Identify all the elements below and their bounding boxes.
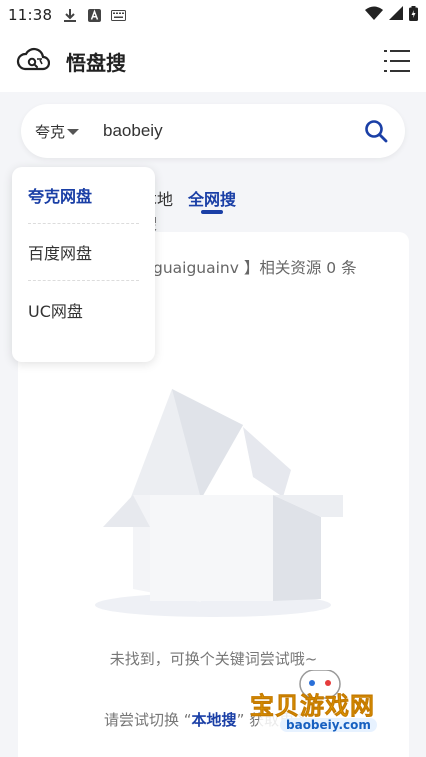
watermark-url: baobeiy.com: [280, 718, 377, 732]
search-box: 夸克: [21, 104, 405, 158]
dropdown-item-baidu[interactable]: 百度网盘: [28, 224, 139, 281]
dropdown-item-uc[interactable]: UC网盘: [28, 281, 139, 338]
search-button[interactable]: [363, 118, 389, 144]
empty-text: 未找到，可换个关键词尝试哦~: [109, 650, 318, 668]
tab-active-indicator: [201, 210, 223, 214]
result-summary: guaiguainv 】相关资源 0 条: [153, 259, 357, 277]
status-time: 11:38: [8, 6, 53, 24]
a-icon: [86, 7, 102, 23]
hint-local-search-link[interactable]: 本地搜: [192, 711, 237, 729]
hint-prefix: 请尝试切换 “: [104, 711, 192, 729]
signal-icon: [389, 6, 403, 24]
status-bar: 11:38: [0, 0, 426, 30]
keyboard-icon: [110, 7, 126, 23]
cloud-search-icon: [16, 45, 51, 77]
wifi-icon: [365, 6, 383, 24]
engine-select-label: 夸克: [35, 122, 66, 141]
search-icon: [365, 120, 388, 143]
empty-box-illustration: [93, 377, 348, 627]
download-icon: [62, 7, 78, 23]
battery-icon: [409, 5, 418, 25]
caret-down-icon: [67, 129, 80, 135]
menu-button[interactable]: [384, 50, 410, 72]
engine-select[interactable]: 夸克: [35, 121, 80, 142]
search-input[interactable]: [103, 111, 363, 151]
dropdown-item-quark[interactable]: 夸克网盘: [28, 167, 139, 224]
app-title: 悟盘搜: [66, 50, 126, 75]
engine-dropdown: 夸克网盘 百度网盘 UC网盘: [12, 167, 155, 362]
watermark-text: 宝贝游戏网: [250, 692, 375, 721]
menu-icon: [384, 50, 410, 52]
watermark: 宝贝游戏网 baobeiy.com: [250, 670, 400, 757]
tab-all-search[interactable]: 全网搜: [188, 186, 236, 210]
app-header: 悟盘搜: [0, 30, 426, 92]
